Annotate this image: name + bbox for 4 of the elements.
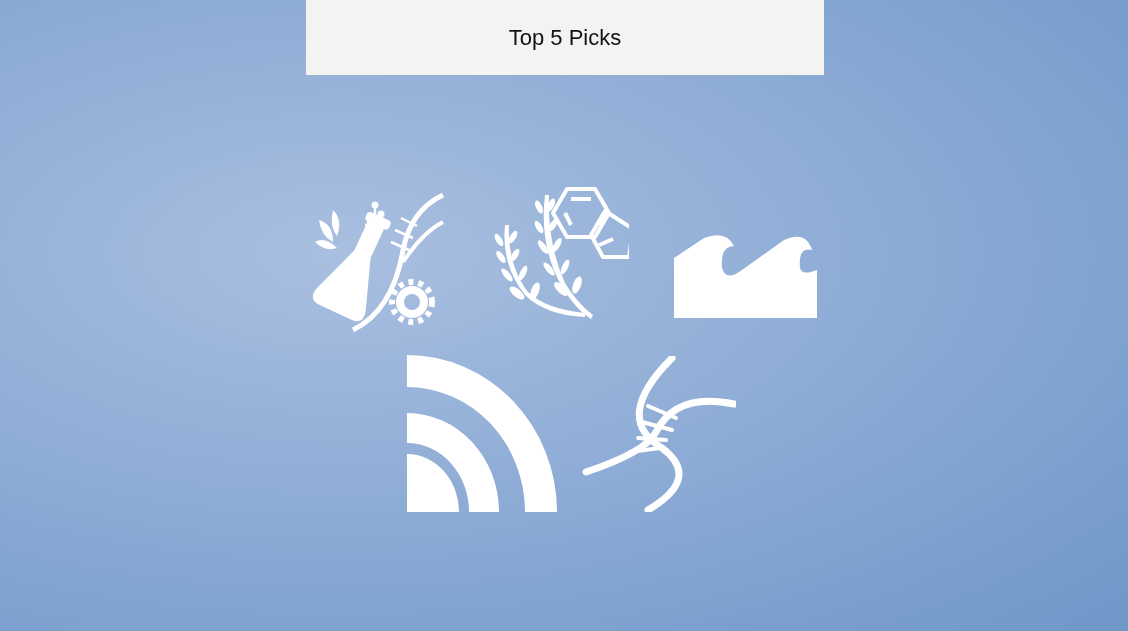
header-title: Top 5 Picks: [508, 24, 622, 51]
signal-arcs-icon: [406, 355, 557, 512]
flask-dna-gear-icon: [313, 192, 445, 332]
wave-icon: [674, 234, 817, 318]
